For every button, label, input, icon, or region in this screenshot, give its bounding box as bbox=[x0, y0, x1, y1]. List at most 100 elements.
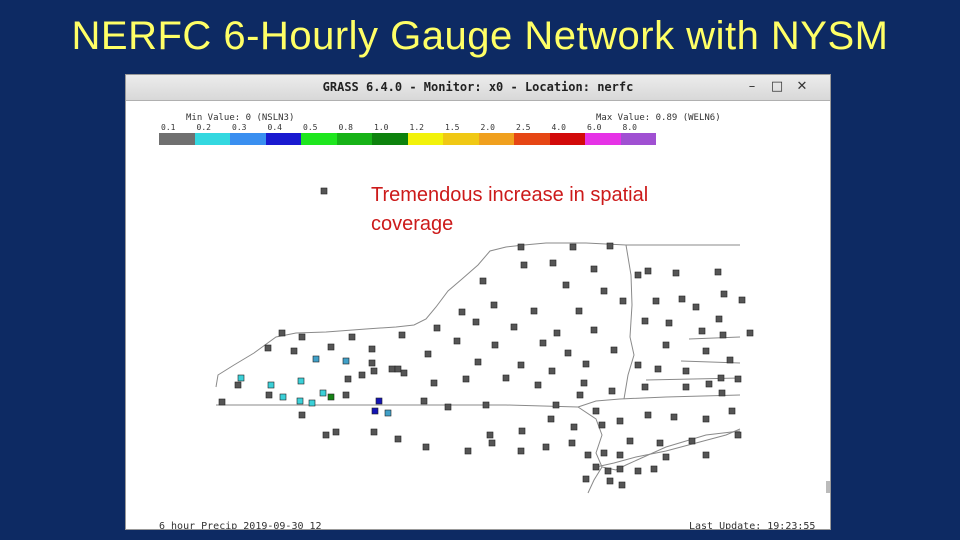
gauge-marker bbox=[734, 431, 742, 439]
gauge-marker bbox=[616, 465, 624, 473]
gauge-marker bbox=[320, 187, 328, 195]
gauge-marker bbox=[370, 428, 378, 436]
gauge-marker bbox=[552, 401, 560, 409]
gauge-marker bbox=[592, 463, 600, 471]
gauge-marker bbox=[490, 301, 498, 309]
gauge-marker bbox=[534, 381, 542, 389]
gauge-marker bbox=[420, 397, 428, 405]
gauge-marker bbox=[265, 391, 273, 399]
gauge-marker bbox=[267, 381, 275, 389]
gauge-marker bbox=[433, 324, 441, 332]
gauge-marker bbox=[296, 397, 304, 405]
gauge-marker bbox=[606, 477, 614, 485]
gauge-marker bbox=[234, 381, 242, 389]
gauge-marker bbox=[278, 329, 286, 337]
gauge-marker bbox=[327, 393, 335, 401]
gauge-marker bbox=[297, 377, 305, 385]
gauge-marker bbox=[517, 447, 525, 455]
gauge-marker bbox=[488, 439, 496, 447]
gauge-marker bbox=[491, 341, 499, 349]
gauge-marker bbox=[682, 383, 690, 391]
gauge-marker bbox=[608, 387, 616, 395]
state-boundary bbox=[645, 377, 741, 381]
slide-title: NERFC 6-Hourly Gauge Network with NYSM bbox=[71, 14, 889, 58]
gauge-marker bbox=[520, 261, 528, 269]
gauge-marker bbox=[510, 323, 518, 331]
gauge-marker bbox=[641, 317, 649, 325]
gauge-marker bbox=[656, 439, 664, 447]
gauge-marker bbox=[388, 365, 396, 373]
gauge-marker bbox=[705, 380, 713, 388]
gauge-marker bbox=[582, 360, 590, 368]
gauge-marker bbox=[726, 356, 734, 364]
gauge-marker bbox=[539, 339, 547, 347]
gauge-marker bbox=[453, 337, 461, 345]
gauge-marker bbox=[264, 344, 272, 352]
gauge-marker bbox=[298, 333, 306, 341]
gauge-marker bbox=[348, 333, 356, 341]
gauge-marker bbox=[384, 409, 392, 417]
gauge-marker bbox=[344, 375, 352, 383]
gauge-marker bbox=[717, 374, 725, 382]
gauge-marker bbox=[562, 281, 570, 289]
gauge-marker bbox=[375, 397, 383, 405]
gauge-marker bbox=[394, 435, 402, 443]
gauge-marker bbox=[298, 411, 306, 419]
gauge-marker bbox=[616, 451, 624, 459]
gauge-marker bbox=[688, 437, 696, 445]
gauge-marker bbox=[547, 415, 555, 423]
gauge-marker bbox=[517, 361, 525, 369]
gauge-marker bbox=[342, 391, 350, 399]
gauge-marker bbox=[641, 383, 649, 391]
state-boundary bbox=[577, 394, 741, 408]
gauge-marker bbox=[394, 365, 402, 373]
gauge-marker bbox=[600, 449, 608, 457]
gauge-marker bbox=[358, 371, 366, 379]
gauge-marker bbox=[542, 443, 550, 451]
gauge-marker bbox=[290, 347, 298, 355]
gauge-marker bbox=[312, 355, 320, 363]
gauge-marker bbox=[604, 467, 612, 475]
gauge-marker bbox=[702, 415, 710, 423]
gauge-marker bbox=[368, 345, 376, 353]
gauge-marker bbox=[422, 443, 430, 451]
gauge-marker bbox=[486, 431, 494, 439]
gauge-marker bbox=[462, 375, 470, 383]
gauge-marker bbox=[606, 242, 614, 250]
gauge-marker bbox=[738, 296, 746, 304]
gauge-marker bbox=[728, 407, 736, 415]
gauge-marker bbox=[502, 374, 510, 382]
gauge-marker bbox=[618, 481, 626, 489]
gauge-marker bbox=[652, 297, 660, 305]
gauge-marker bbox=[718, 389, 726, 397]
gauge-marker bbox=[746, 329, 754, 337]
state-boundary bbox=[615, 430, 741, 471]
gauge-marker bbox=[549, 259, 557, 267]
gauge-marker bbox=[720, 290, 728, 298]
gauge-marker bbox=[692, 303, 700, 311]
gauge-marker bbox=[518, 427, 526, 435]
footer-last-update: Last Update: 19:23:55 bbox=[689, 521, 816, 530]
gauge-marker bbox=[458, 308, 466, 316]
resize-handle[interactable] bbox=[826, 481, 830, 493]
state-boundary bbox=[623, 244, 635, 400]
gauge-marker bbox=[650, 465, 658, 473]
gauge-marker bbox=[368, 359, 376, 367]
gauge-marker bbox=[715, 315, 723, 323]
gauge-marker bbox=[530, 307, 538, 315]
state-boundary bbox=[688, 336, 741, 340]
gauge-marker bbox=[644, 267, 652, 275]
gauge-marker bbox=[342, 357, 350, 365]
gauge-marker bbox=[474, 358, 482, 366]
grass-monitor-window: GRASS 6.4.0 - Monitor: x0 - Location: ne… bbox=[125, 74, 831, 530]
gauge-marker bbox=[479, 277, 487, 285]
gauge-marker bbox=[610, 346, 618, 354]
gauge-marker bbox=[634, 271, 642, 279]
gauge-marker bbox=[553, 329, 561, 337]
gauge-marker bbox=[702, 451, 710, 459]
gauge-marker bbox=[590, 265, 598, 273]
gauge-marker bbox=[564, 349, 572, 357]
gauge-marker bbox=[592, 407, 600, 415]
gauge-marker bbox=[237, 374, 245, 382]
gauge-marker bbox=[576, 391, 584, 399]
